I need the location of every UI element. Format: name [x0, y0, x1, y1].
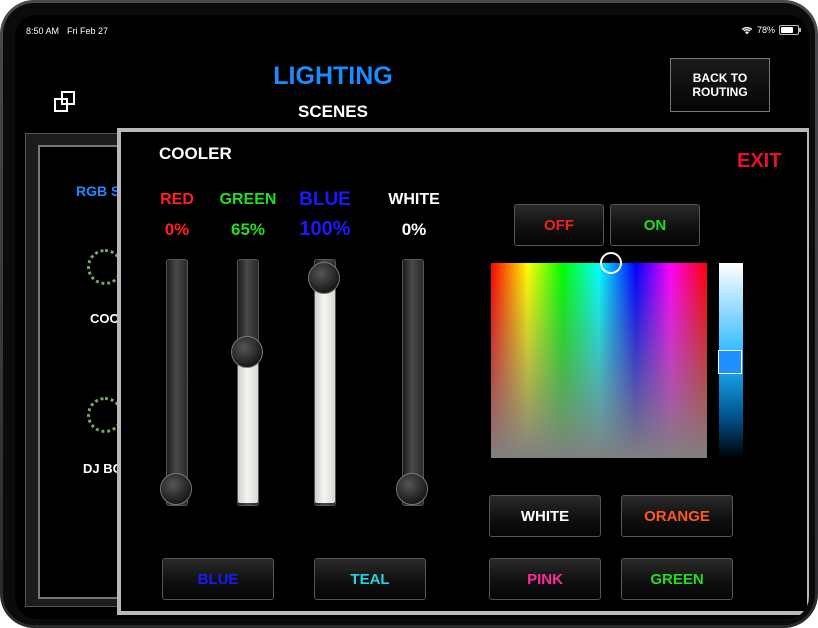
tablet-bezel: 8:50 AM Fri Feb 27 78% LIGHTING SCENES B… [3, 3, 815, 625]
slider-knob[interactable] [160, 473, 192, 505]
brightness-knob[interactable] [718, 350, 742, 374]
on-button[interactable]: ON [610, 204, 700, 246]
preset-green-button[interactable]: GREEN [621, 558, 733, 600]
exit-button[interactable]: EXIT [737, 150, 781, 173]
dialog-title: COOLER [159, 144, 232, 163]
battery-percent: 78% [756, 25, 775, 35]
white-label: WHITE [388, 191, 440, 208]
status-bar: 8:50 AM Fri Feb 27 78% [15, 15, 809, 37]
scene-label: COO [90, 311, 120, 326]
status-date: Fri Feb 27 [67, 26, 109, 36]
preset-teal-button[interactable]: TEAL [314, 558, 426, 600]
wifi-icon [741, 26, 753, 34]
slider-knob[interactable] [231, 335, 263, 368]
status-time: 8:50 AM [26, 26, 60, 36]
back-to-routing-button[interactable]: BACK TO ROUTING [670, 58, 770, 112]
red-label: RED [160, 191, 194, 208]
preset-pink-button[interactable]: PINK [489, 558, 601, 600]
preset-blue-button[interactable]: BLUE [162, 558, 274, 600]
preset-white-button[interactable]: WHITE [489, 495, 601, 537]
color-picker-cursor[interactable] [600, 252, 622, 274]
green-value: 65% [230, 220, 266, 239]
red-slider[interactable] [160, 259, 192, 506]
off-button[interactable]: OFF [514, 204, 604, 246]
tablet-frame: 8:50 AM Fri Feb 27 78% LIGHTING SCENES B… [0, 0, 818, 628]
blue-slider[interactable] [308, 259, 340, 506]
red-value: 0% [164, 220, 190, 239]
header: LIGHTING SCENES BACK TO ROUTING [15, 37, 809, 133]
white-slider[interactable] [396, 259, 428, 506]
slider-knob[interactable] [308, 262, 340, 294]
page-subtitle: SCENES [298, 102, 368, 121]
page-title: LIGHTING [273, 62, 393, 90]
slider-knob[interactable] [396, 473, 428, 505]
white-value: 0% [401, 220, 427, 239]
blue-value: 100% [299, 218, 351, 240]
squares-icon[interactable] [53, 90, 77, 114]
preset-orange-button[interactable]: ORANGE [621, 495, 733, 537]
cooler-dialog: COOLER EXIT RED 0% GREEN 65% BLUE 100% W… [117, 128, 809, 615]
green-slider[interactable] [231, 259, 263, 506]
screen: 8:50 AM Fri Feb 27 78% LIGHTING SCENES B… [15, 15, 809, 619]
battery-icon [779, 25, 801, 35]
color-picker[interactable] [491, 263, 707, 458]
blue-label: BLUE [299, 189, 351, 210]
rgb-section-label: RGB S [76, 183, 121, 199]
status-right: 78% [741, 25, 801, 35]
green-label: GREEN [219, 191, 277, 208]
